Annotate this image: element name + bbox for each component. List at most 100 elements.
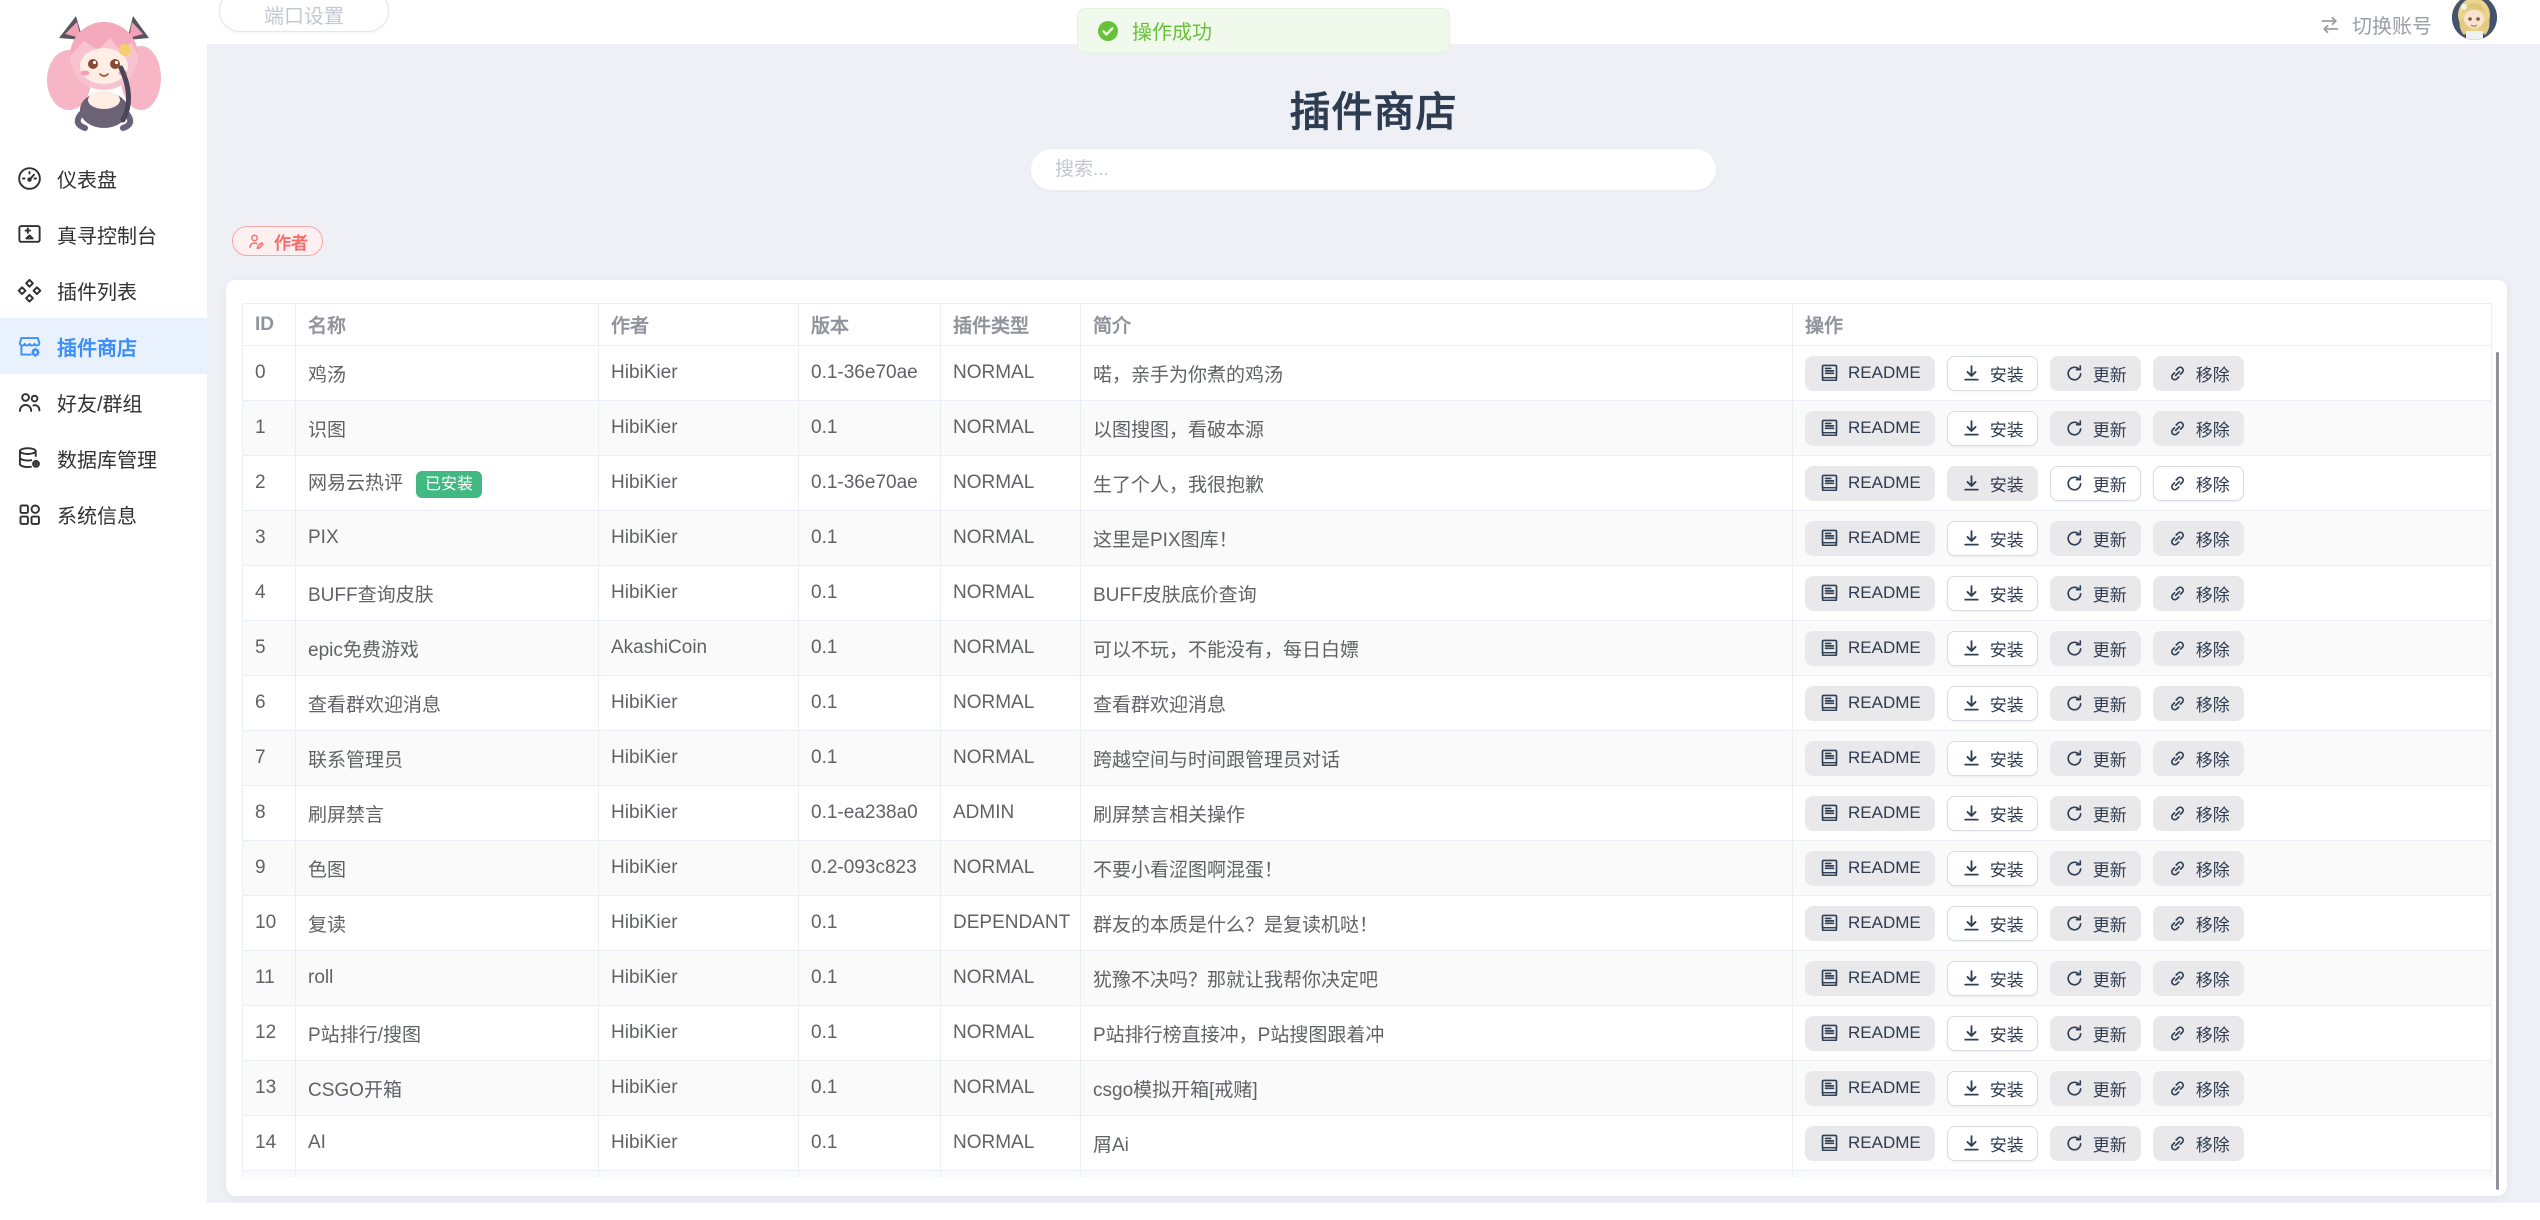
- readme-button[interactable]: README: [1805, 686, 1935, 721]
- update-button[interactable]: 更新: [2050, 411, 2141, 446]
- sidebar-item-console[interactable]: 真寻控制台: [0, 206, 207, 262]
- cell-actions: README 安装更新移除: [1793, 896, 2492, 951]
- table-row: 5epic免费游戏AkashiCoin0.1NORMAL可以不玩，不能没有，每日…: [243, 621, 2492, 676]
- readme-button[interactable]: README: [1805, 851, 1935, 886]
- readme-button[interactable]: README: [1805, 1126, 1935, 1161]
- cell-desc: 犹豫不决吗？那就让我帮你决定吧: [1081, 951, 1793, 1006]
- install-button[interactable]: 安装: [1947, 906, 2038, 941]
- cell-actions: README 安装 更新移除: [1793, 621, 2492, 676]
- bottom-scrollbar-track[interactable]: [0, 1203, 2540, 1220]
- readme-button[interactable]: README: [1805, 1071, 1935, 1106]
- sidebar-item-dashboard[interactable]: 仪表盘: [0, 150, 207, 206]
- update-button[interactable]: 更新: [2050, 631, 2141, 666]
- sidebar-item-label: 数据库管理: [57, 444, 157, 473]
- install-button-label: 安装: [1990, 691, 2024, 716]
- install-button[interactable]: 安装: [1947, 576, 2038, 611]
- table-scrollbar-thumb[interactable]: [2496, 352, 2499, 1190]
- refresh-icon: [2064, 418, 2085, 439]
- cell-type: NORMAL: [941, 401, 1081, 456]
- port-settings-button[interactable]: 端口设置: [219, 0, 389, 32]
- table-row: 3PIXHibiKier0.1NORMAL这里是PIX图库！README安装更新…: [243, 511, 2492, 566]
- remove-button[interactable]: 移除: [2153, 466, 2244, 501]
- header-type: 插件类型: [941, 304, 1081, 346]
- author-filter-chip[interactable]: 作者: [232, 226, 323, 256]
- readme-doc-icon: [1819, 748, 1840, 769]
- readme-button[interactable]: README: [1805, 741, 1935, 776]
- remove-button[interactable]: 移除: [2153, 521, 2244, 556]
- install-button[interactable]: 安装: [1947, 1016, 2038, 1051]
- install-button[interactable]: 安装: [1947, 466, 2038, 501]
- switch-account-label: 切换账号: [2352, 10, 2432, 39]
- cell-id: 1: [243, 401, 296, 456]
- remove-button[interactable]: 移除: [2153, 961, 2244, 996]
- install-button[interactable]: 安装: [1947, 631, 2038, 666]
- remove-button[interactable]: 移除: [2153, 1126, 2244, 1161]
- update-button[interactable]: 更新: [2050, 521, 2141, 556]
- cell-empty: [799, 1171, 941, 1178]
- update-button[interactable]: 更新: [2050, 851, 2141, 886]
- readme-button[interactable]: README: [1805, 961, 1935, 996]
- readme-button[interactable]: README: [1805, 631, 1935, 666]
- remove-button[interactable]: 移除: [2153, 741, 2244, 776]
- install-button[interactable]: 安装: [1947, 356, 2038, 391]
- remove-button[interactable]: 移除: [2153, 851, 2244, 886]
- update-button-label: 更新: [2093, 416, 2127, 441]
- update-button[interactable]: 更新: [2050, 961, 2141, 996]
- user-avatar[interactable]: [2452, 0, 2497, 40]
- remove-button[interactable]: 移除: [2153, 631, 2244, 666]
- readme-button[interactable]: README: [1805, 411, 1935, 446]
- update-button[interactable]: 更新: [2050, 1071, 2141, 1106]
- remove-button[interactable]: 移除: [2153, 1071, 2244, 1106]
- sidebar-item-plugin-store[interactable]: 插件商店: [0, 318, 207, 374]
- install-button[interactable]: 安装: [1947, 521, 2038, 556]
- remove-button[interactable]: 移除: [2153, 356, 2244, 391]
- update-button[interactable]: 更新: [2050, 576, 2141, 611]
- update-button[interactable]: 更新: [2050, 1016, 2141, 1051]
- download-icon: [1961, 638, 1982, 659]
- readme-button[interactable]: README: [1805, 906, 1935, 941]
- install-button[interactable]: 安装: [1947, 741, 2038, 776]
- install-button[interactable]: 安装: [1947, 1126, 2038, 1161]
- sidebar-item-friends-groups[interactable]: 好友/群组: [0, 374, 207, 430]
- remove-button[interactable]: 移除: [2153, 906, 2244, 941]
- install-button[interactable]: 安装: [1947, 686, 2038, 721]
- switch-account-button[interactable]: 切换账号: [2318, 10, 2432, 39]
- search-input[interactable]: [1030, 148, 1717, 191]
- update-button[interactable]: 更新: [2050, 356, 2141, 391]
- install-button-label: 安装: [1990, 471, 2024, 496]
- sidebar-item-plugin-list[interactable]: 插件列表: [0, 262, 207, 318]
- sidebar-item-system-info[interactable]: 系统信息: [0, 486, 207, 542]
- install-button[interactable]: 安装: [1947, 851, 2038, 886]
- remove-button[interactable]: 移除: [2153, 1016, 2244, 1051]
- remove-button[interactable]: 移除: [2153, 796, 2244, 831]
- install-button[interactable]: 安装: [1947, 411, 2038, 446]
- update-button[interactable]: 更新: [2050, 686, 2141, 721]
- update-button[interactable]: 更新: [2050, 1126, 2141, 1161]
- install-button[interactable]: 安装: [1947, 1071, 2038, 1106]
- remove-button[interactable]: 移除: [2153, 411, 2244, 446]
- update-button[interactable]: 更新: [2050, 906, 2141, 941]
- download-icon: [1961, 583, 1982, 604]
- update-button[interactable]: 更新: [2050, 741, 2141, 776]
- readme-button[interactable]: README: [1805, 576, 1935, 611]
- readme-button[interactable]: README: [1805, 466, 1935, 501]
- sidebar-item-database[interactable]: 数据库管理: [0, 430, 207, 486]
- avatar-image: [2452, 0, 2497, 40]
- readme-button[interactable]: README: [1805, 521, 1935, 556]
- install-button[interactable]: 安装: [1947, 796, 2038, 831]
- readme-button[interactable]: README: [1805, 356, 1935, 391]
- remove-button[interactable]: 移除: [2153, 576, 2244, 611]
- unlink-icon: [2167, 1133, 2188, 1154]
- cell-type: NORMAL: [941, 511, 1081, 566]
- install-button-label: 安装: [1990, 416, 2024, 441]
- readme-button[interactable]: README: [1805, 1016, 1935, 1051]
- install-button-label: 安装: [1990, 636, 2024, 661]
- cell-id: 9: [243, 841, 296, 896]
- cell-type: NORMAL: [941, 1061, 1081, 1116]
- install-button[interactable]: 安装: [1947, 961, 2038, 996]
- readme-button[interactable]: README: [1805, 796, 1935, 831]
- cell-author: HibiKier: [599, 841, 799, 896]
- update-button[interactable]: 更新: [2050, 796, 2141, 831]
- update-button[interactable]: 更新: [2050, 466, 2141, 501]
- remove-button[interactable]: 移除: [2153, 686, 2244, 721]
